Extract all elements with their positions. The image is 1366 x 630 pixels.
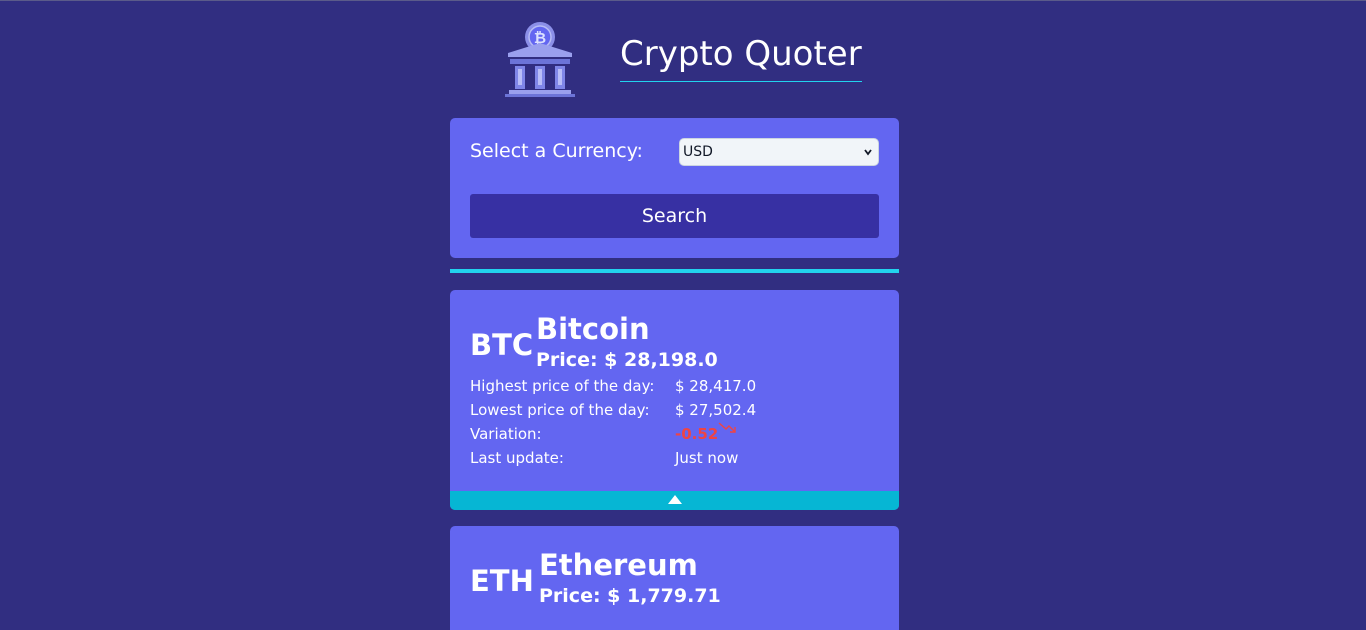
coin-symbol: BTC [470,328,534,362]
coin-card-btc: BTC Bitcoin Price: $ 28,198.0 Highest pr… [450,290,899,510]
currency-label: Select a Currency: [470,140,643,162]
search-button[interactable]: Search [470,194,879,238]
chevron-up-icon [668,495,682,504]
coin-name: Bitcoin [536,312,650,346]
last-update-value: Just now [675,449,739,467]
page-title: Crypto Quoter [620,33,862,82]
high-price-label: Highest price of the day: [470,377,655,395]
currency-select-value: USD [683,144,713,160]
variation-value: -0.52 [675,425,719,443]
high-price-value: $ 28,417.0 [675,377,757,395]
results-divider [450,269,899,273]
coin-price: Price: $ 28,198.0 [536,349,718,371]
bitcoin-bank-icon: ₿ [505,22,575,97]
chevron-down-icon [864,149,872,156]
coin-name: Ethereum [539,548,698,582]
low-price-label: Lowest price of the day: [470,401,650,419]
last-update-label: Last update: [470,449,564,467]
currency-form: Select a Currency: USD Search [450,118,899,258]
low-price-value: $ 27,502.4 [675,401,757,419]
app-header: ₿ Crypto Quoter [502,19,862,99]
trend-down-icon [718,422,736,433]
page-scrollbar[interactable] [1349,1,1366,630]
coin-card-eth: ETH Ethereum Price: $ 1,779.71 [450,526,899,630]
collapse-details-button[interactable] [450,491,899,510]
coin-symbol: ETH [470,564,534,598]
variation-label: Variation: [470,425,542,443]
coin-price: Price: $ 1,779.71 [539,585,721,607]
currency-select[interactable]: USD [679,138,879,166]
